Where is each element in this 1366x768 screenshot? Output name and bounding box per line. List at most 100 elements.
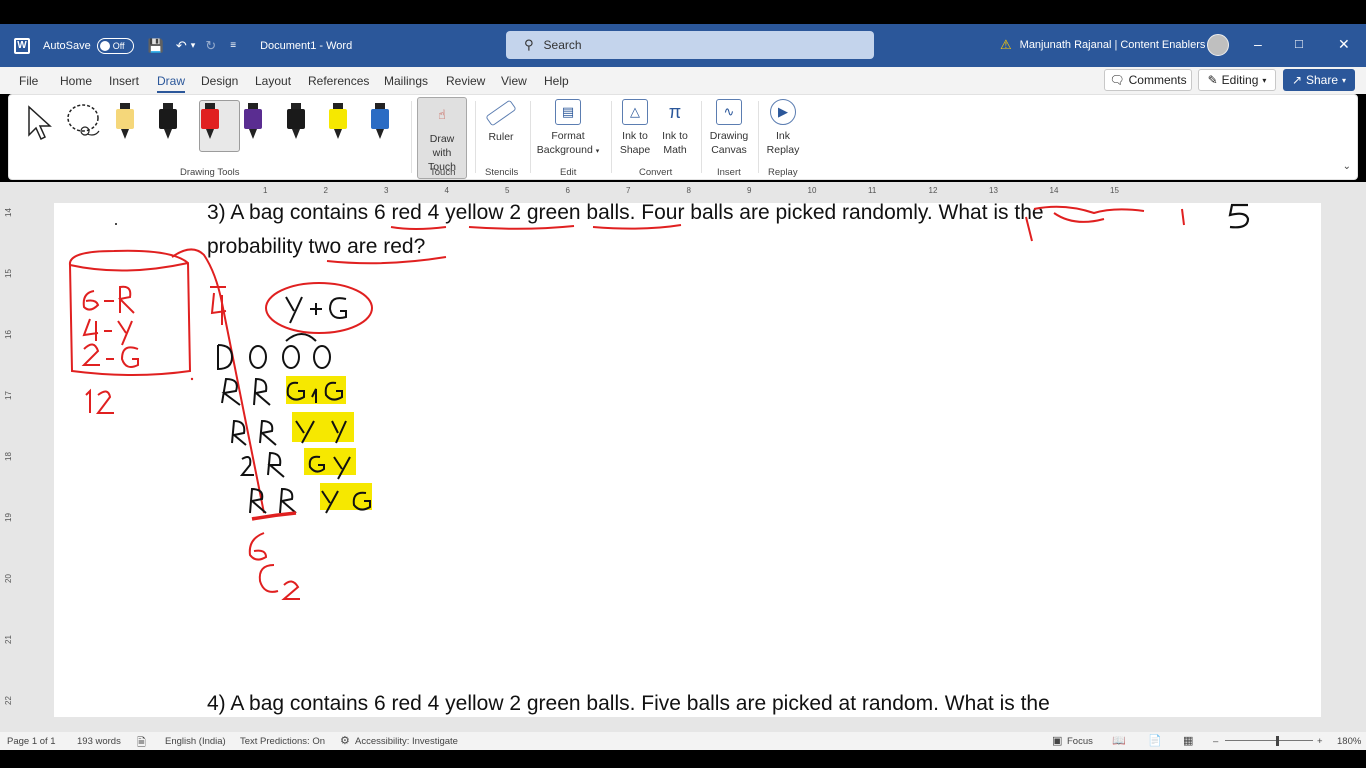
pen-1-icon[interactable] bbox=[112, 103, 138, 141]
vertical-ruler[interactable]: 14 15 16 17 18 19 20 21 22 bbox=[0, 200, 18, 730]
horizontal-ruler[interactable]: 1 2 3 4 5 6 7 8 9 10 11 12 13 14 15 bbox=[16, 184, 1356, 198]
select-cursor-icon[interactable] bbox=[25, 103, 53, 141]
ruler-tick: 19 bbox=[3, 513, 13, 522]
customize-toolbar-icon[interactable]: ≡ bbox=[230, 40, 236, 51]
ink-to-shape-label-1: Ink to bbox=[622, 130, 648, 142]
collapse-ribbon-icon[interactable]: ⌄ bbox=[1343, 161, 1351, 172]
group-label-replay: Replay bbox=[768, 167, 798, 178]
autosave-label: AutoSave bbox=[43, 39, 91, 52]
group-label-stencils: Stencils bbox=[485, 167, 519, 178]
share-button[interactable]: ↗ Share ▾ bbox=[1283, 69, 1355, 91]
editing-mode-button[interactable]: ✎ Editing ▾ bbox=[1198, 69, 1276, 91]
document-page[interactable]: 3) A bag contains 6 red 4 yellow 2 green… bbox=[54, 201, 1321, 717]
group-separator bbox=[411, 101, 412, 173]
tab-review[interactable]: Review bbox=[446, 74, 485, 88]
pen-4-icon[interactable] bbox=[240, 103, 266, 141]
editing-label: Editing bbox=[1221, 73, 1259, 87]
format-background-label-2: Background bbox=[536, 144, 593, 156]
focus-icon: ▣ bbox=[1052, 735, 1063, 747]
ruler-tick: 9 bbox=[747, 186, 752, 195]
save-icon[interactable]: 💾 bbox=[148, 38, 164, 54]
pen-6-icon[interactable] bbox=[325, 103, 351, 141]
pen-2-icon[interactable] bbox=[155, 103, 181, 141]
group-label-touch: Touch bbox=[430, 167, 456, 178]
ink-to-shape-label-2: Shape bbox=[619, 144, 651, 156]
group-label-edit: Edit bbox=[560, 167, 577, 178]
avatar[interactable] bbox=[1207, 34, 1229, 56]
tab-insert[interactable]: Insert bbox=[109, 74, 139, 88]
minimize-button[interactable]: – bbox=[1254, 36, 1262, 52]
tab-view[interactable]: View bbox=[501, 74, 527, 88]
tab-references[interactable]: References bbox=[308, 74, 369, 88]
redo-icon[interactable]: ↻ bbox=[205, 38, 216, 54]
zoom-out-icon[interactable]: – bbox=[1213, 736, 1218, 747]
drawing-canvas-icon: ∿ bbox=[716, 99, 742, 125]
page-count[interactable]: Page 1 of 1 bbox=[7, 736, 56, 747]
group-label-drawing-tools: Drawing Tools bbox=[180, 167, 240, 178]
ruler-tick: 15 bbox=[3, 269, 13, 278]
ruler-icon bbox=[485, 99, 517, 127]
pen-7-icon[interactable] bbox=[367, 103, 393, 141]
lasso-select-icon[interactable] bbox=[65, 101, 105, 141]
ruler-tick: 17 bbox=[3, 391, 13, 400]
ink-annotations[interactable] bbox=[54, 203, 1321, 717]
ruler-tick: 22 bbox=[3, 696, 13, 705]
text-predictions[interactable]: Text Predictions: On bbox=[240, 736, 325, 747]
zoom-slider[interactable] bbox=[1225, 740, 1313, 741]
drawing-canvas-button[interactable]: ∿ Drawing Canvas bbox=[707, 99, 751, 157]
pen-5-icon[interactable] bbox=[283, 103, 309, 141]
chevron-down-icon: ▾ bbox=[1342, 75, 1347, 85]
ink-replay-button[interactable]: ▶ Ink Replay bbox=[763, 99, 803, 157]
search-box[interactable]: ⚲ Search bbox=[506, 31, 874, 59]
ruler-button[interactable]: Ruler bbox=[481, 99, 521, 144]
ruler-tick: 20 bbox=[3, 574, 13, 583]
autosave-toggle[interactable]: Off bbox=[96, 37, 134, 54]
user-account[interactable]: ⚠ Manjunath Rajanal | Content Enablers bbox=[1000, 37, 1205, 53]
print-layout-icon[interactable]: 📄 bbox=[1148, 734, 1162, 747]
ink-to-shape-icon: △ bbox=[622, 99, 648, 125]
format-background-button[interactable]: ▤ Format Background ▾ bbox=[533, 99, 603, 159]
document-title: Document1 - Word bbox=[260, 39, 353, 52]
ink-to-shape-button[interactable]: △ Ink to Shape bbox=[617, 99, 653, 157]
search-placeholder: Search bbox=[543, 38, 582, 52]
language[interactable]: English (India) bbox=[165, 736, 226, 747]
focus-button[interactable]: Focus bbox=[1067, 736, 1093, 747]
group-separator bbox=[475, 101, 476, 173]
web-layout-icon[interactable]: ▦ bbox=[1183, 734, 1193, 747]
comments-button[interactable]: 🗨 Comments bbox=[1104, 69, 1192, 91]
ink-to-math-button[interactable]: π Ink to Math bbox=[657, 99, 693, 157]
maximize-button[interactable]: □ bbox=[1295, 36, 1303, 51]
pen-3-icon[interactable] bbox=[197, 103, 223, 141]
undo-dropdown-icon[interactable]: ▾ bbox=[191, 40, 196, 51]
ruler-tick: 1 bbox=[263, 186, 268, 195]
close-button[interactable]: ✕ bbox=[1338, 36, 1350, 53]
tab-draw[interactable]: Draw bbox=[157, 74, 186, 93]
tab-layout[interactable]: Layout bbox=[255, 74, 291, 88]
zoom-slider-thumb[interactable] bbox=[1276, 736, 1279, 746]
zoom-in-icon[interactable]: + bbox=[1317, 736, 1323, 747]
tab-home[interactable]: Home bbox=[60, 74, 92, 88]
undo-icon[interactable]: ↶ bbox=[176, 38, 187, 54]
ruler-tick: 3 bbox=[384, 186, 389, 195]
pencil-icon: ✎ bbox=[1207, 73, 1218, 87]
read-mode-icon[interactable]: 📖 bbox=[1112, 734, 1126, 747]
ink-to-math-label-2: Math bbox=[663, 144, 687, 156]
ruler-tick: 11 bbox=[868, 186, 877, 195]
accessibility-icon: ⚙ bbox=[340, 735, 350, 747]
drawing-canvas-label-2: Canvas bbox=[711, 144, 747, 156]
word-count[interactable]: 193 words bbox=[77, 736, 121, 747]
group-label-insert: Insert bbox=[717, 167, 741, 178]
title-bar: W AutoSave Off 💾 ↶ ▾ ↻ ≡ Document1 - Wor… bbox=[0, 24, 1366, 67]
ink-replay-label-2: Replay bbox=[766, 144, 800, 156]
ruler-tick: 16 bbox=[3, 330, 13, 339]
tab-mailings[interactable]: Mailings bbox=[384, 74, 428, 88]
tab-help[interactable]: Help bbox=[544, 74, 569, 88]
tab-file[interactable]: File bbox=[19, 74, 38, 88]
autosave-state: Off bbox=[112, 40, 125, 51]
format-background-icon: ▤ bbox=[555, 99, 581, 125]
accessibility-status[interactable]: Accessibility: Investigate bbox=[355, 736, 458, 747]
ink-replay-label-1: Ink bbox=[775, 130, 790, 142]
ruler-tick: 4 bbox=[444, 186, 449, 195]
tab-design[interactable]: Design bbox=[201, 74, 238, 88]
zoom-level[interactable]: 180% bbox=[1337, 736, 1361, 747]
